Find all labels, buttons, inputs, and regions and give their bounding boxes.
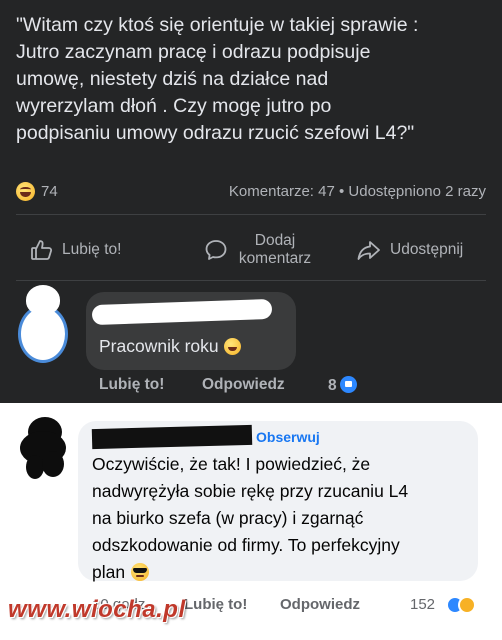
comment-text-content: Pracownik roku [99, 336, 219, 356]
reaction-count[interactable]: 152 [410, 596, 435, 613]
avatar-neck [26, 455, 44, 479]
share-button[interactable]: Udostępnij [356, 222, 463, 278]
comment-text: Pracownik roku [99, 336, 241, 357]
comment-like-link[interactable]: Lubię to! [99, 376, 164, 394]
redacted-author-name [91, 424, 253, 450]
comments-shares-count[interactable]: Komentarze: 47 • Udostępniono 2 razy [229, 183, 486, 200]
comment-reply-link[interactable]: Odpowiedz [202, 376, 285, 394]
like-button-label: Lubię to! [62, 241, 122, 258]
avatar[interactable] [12, 285, 72, 365]
haha-emoji-icon[interactable] [16, 182, 35, 201]
comment-button[interactable]: Dodaj komentarz [204, 222, 314, 278]
watermark: www.wiocha.pl [8, 596, 186, 623]
haha-reaction-icon [458, 596, 476, 614]
comment-icon [205, 240, 227, 260]
comment-like-link[interactable]: Lubię to! [184, 596, 247, 613]
post-text: "Witam czy ktoś się orientuje w takiej s… [16, 14, 419, 144]
post-stats: 74 Komentarze: 47 • Udostępniono 2 razy [16, 182, 486, 204]
like-button[interactable]: Lubię to! [30, 222, 121, 278]
comment-button-label: Dodaj komentarz [238, 232, 312, 267]
post-actions: Lubię to! Dodaj komentarz Udostępnij [0, 222, 502, 278]
comment-reply-link[interactable]: Odpowiedz [280, 596, 360, 613]
avatar[interactable] [14, 417, 70, 479]
divider [16, 214, 486, 215]
share-icon [357, 241, 380, 260]
share-button-label: Udostępnij [390, 241, 464, 258]
reaction-count[interactable]: 74 [41, 183, 58, 200]
post-card: "Witam czy ktoś się orientuje w takiej s… [0, 0, 502, 403]
follow-link[interactable]: Obserwuj [256, 429, 320, 445]
divider [16, 280, 486, 281]
thumbs-up-icon [31, 240, 53, 260]
like-reaction-icon [339, 376, 357, 393]
avatar-shoulder [42, 451, 64, 477]
reaction-icons[interactable] [446, 596, 476, 614]
comment-reaction-count[interactable]: 8 [328, 376, 357, 395]
avatar-head [26, 285, 60, 315]
laughing-emoji-icon [223, 338, 241, 355]
reaction-count: 8 [328, 377, 337, 394]
comment-text: Oczywiście, że tak! I powiedzieć, że nad… [92, 451, 472, 586]
sunglasses-emoji-icon [131, 563, 150, 581]
